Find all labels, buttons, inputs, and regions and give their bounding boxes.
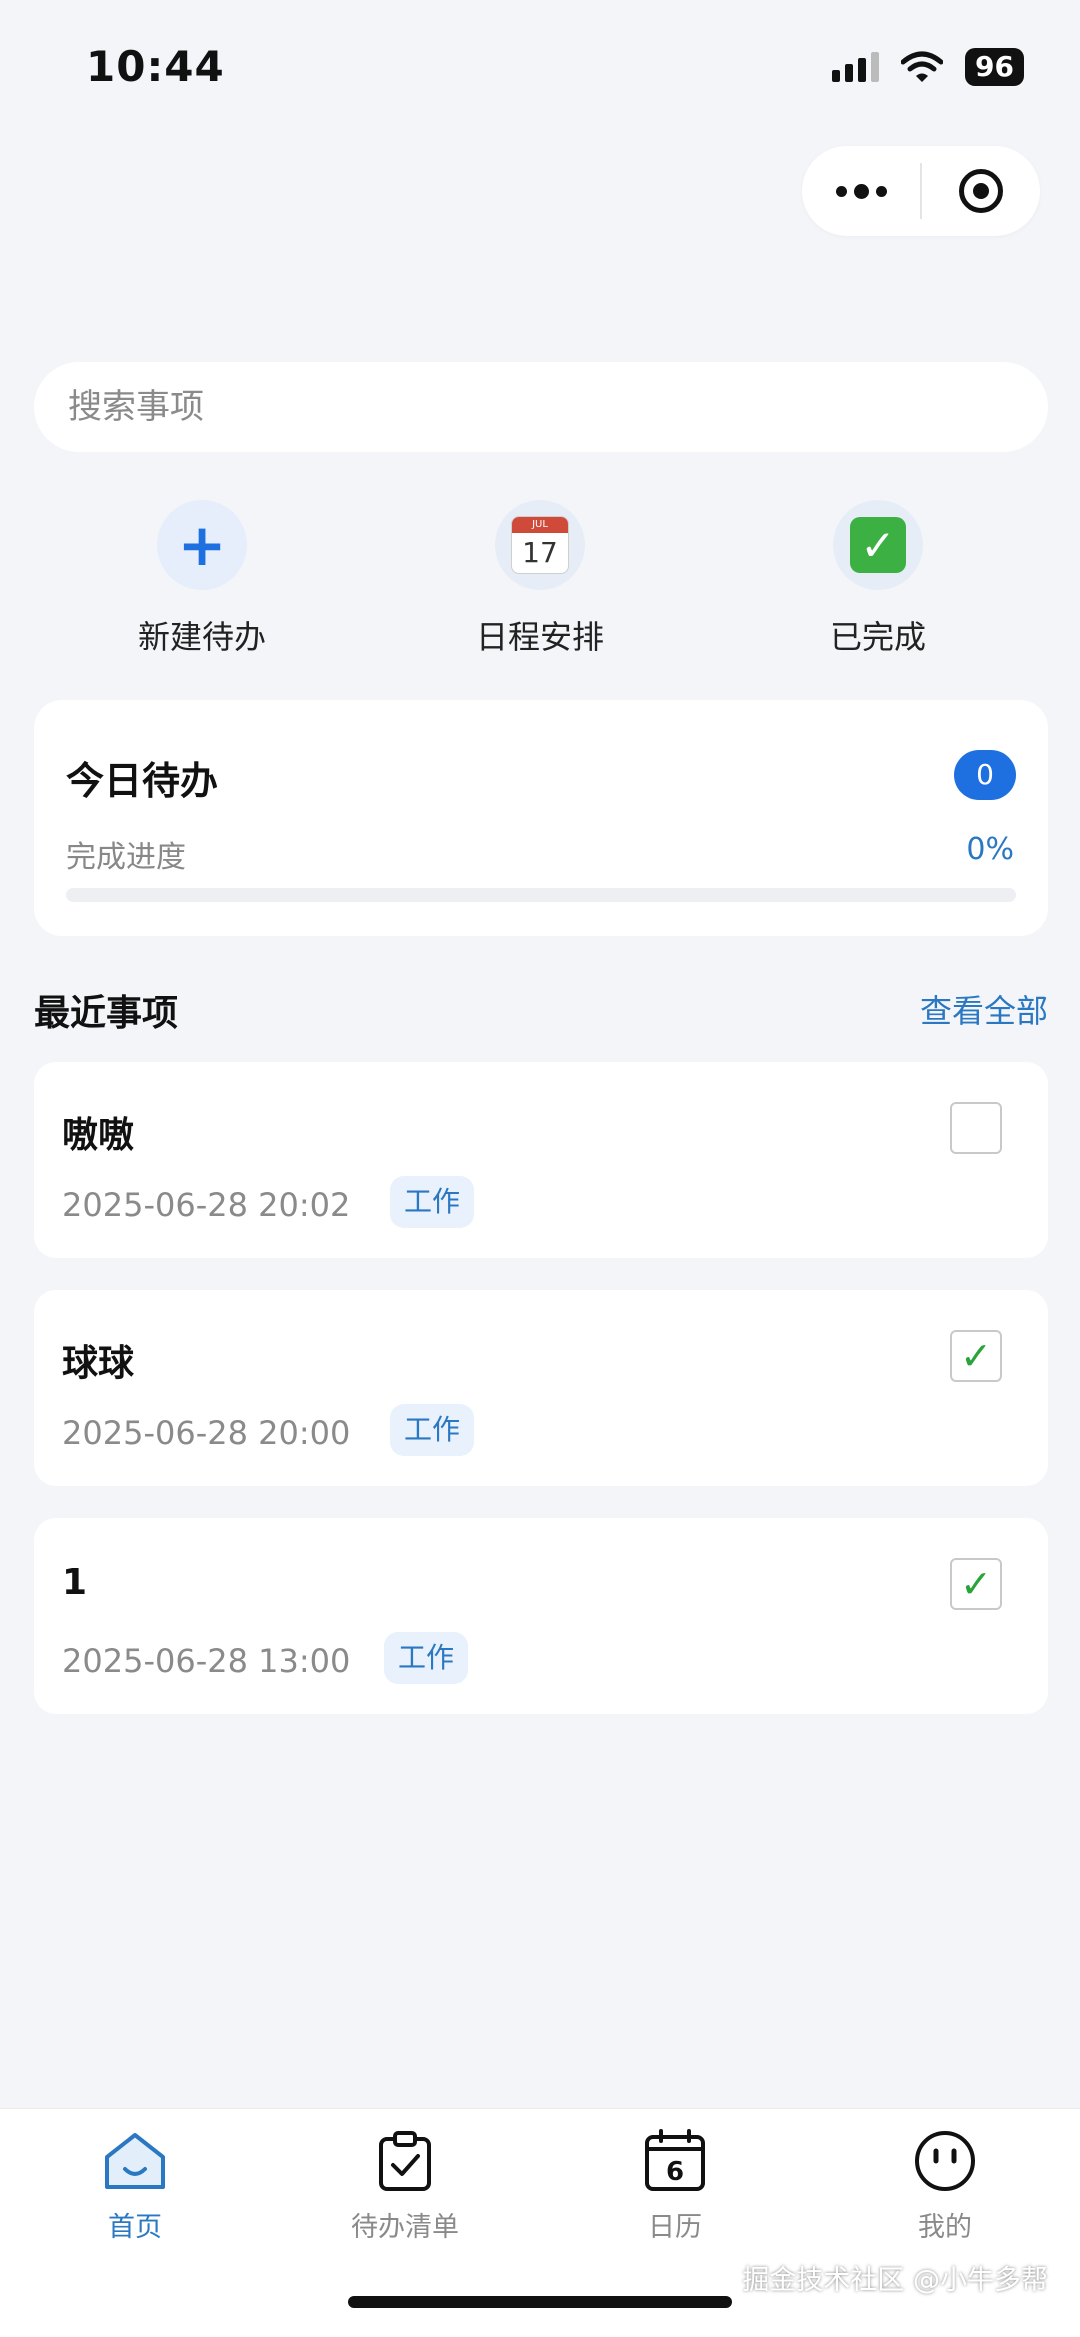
list-item[interactable]: 嗷嗷 2025-06-28 20:02 工作 [34,1062,1048,1258]
today-card: 今日待办 0 完成进度 0% [34,700,1048,936]
tab-label: 待办清单 [351,2212,459,2243]
search-input[interactable] [68,387,1048,427]
tab-todo-list[interactable]: 待办清单 [305,2127,505,2244]
tab-label: 我的 [918,2212,972,2243]
item-checkbox[interactable] [950,1102,1002,1154]
tab-home[interactable]: 首页 [35,2127,235,2244]
clipboard-check-icon [379,2131,431,2191]
watermark: 掘金技术社区 @小牛多帮 [742,2265,1048,2296]
item-tag: 工作 [390,1404,475,1456]
today-count-badge: 0 [954,750,1016,800]
more-options-icon[interactable] [802,146,920,236]
status-icons: 96 [832,48,1024,86]
calendar-icon: 6 [645,2129,705,2191]
today-title: 今日待办 [66,759,219,803]
progress-bar [66,888,1016,902]
mini-program-capsule [802,146,1040,236]
item-tag: 工作 [384,1632,469,1684]
status-bar: 10:44 96 [0,0,1080,130]
schedule-label: 日程安排 [475,618,604,656]
home-icon [105,2133,165,2189]
new-todo-label: 新建待办 [137,618,266,656]
item-title: 球球 [62,1343,135,1384]
battery-indicator: 96 [965,48,1024,86]
home-indicator [348,2296,732,2308]
tab-profile[interactable]: 我的 [845,2127,1045,2244]
view-all-link[interactable]: 查看全部 [920,986,1048,1032]
item-checkbox[interactable]: ✓ [950,1330,1002,1382]
item-time: 2025-06-28 20:02 [62,1186,351,1224]
item-title: 嗷嗷 [62,1115,135,1156]
check-mark-icon: ✓ [833,500,923,590]
item-tag: 工作 [390,1176,475,1228]
item-checkbox[interactable]: ✓ [950,1558,1002,1610]
progress-percent: 0% [966,832,1014,867]
list-item[interactable]: 1 2025-06-28 13:00 工作 ✓ [34,1518,1048,1714]
new-todo-button[interactable]: + 新建待办 [72,500,332,658]
smiley-icon [915,2131,975,2191]
recent-title: 最近事项 [34,993,179,1034]
wifi-icon [901,51,944,82]
progress-label: 完成进度 [66,840,186,875]
status-time: 10:44 [86,42,225,91]
quick-actions: + 新建待办 JUL 17 日程安排 ✓ 已完成 [0,500,1080,660]
item-time: 2025-06-28 20:00 [62,1414,351,1452]
close-mini-program-icon[interactable] [922,146,1040,236]
calendar-icon: JUL 17 [495,500,585,590]
plus-icon: + [157,500,247,590]
recent-header: 最近事项 查看全部 [34,984,1048,1034]
tab-label: 首页 [108,2212,162,2243]
tab-calendar[interactable]: 6 日历 [575,2127,775,2244]
completed-button[interactable]: ✓ 已完成 [748,500,1008,658]
tab-label: 日历 [648,2212,702,2243]
completed-label: 已完成 [829,618,926,656]
item-time: 2025-06-28 13:00 [62,1642,351,1680]
list-item[interactable]: 球球 2025-06-28 20:00 工作 ✓ [34,1290,1048,1486]
search-bar [34,362,1048,452]
schedule-button[interactable]: JUL 17 日程安排 [410,500,670,658]
item-title: 1 [62,1562,88,1603]
cellular-signal-icon [832,52,880,82]
svg-text:6: 6 [666,2157,684,2187]
